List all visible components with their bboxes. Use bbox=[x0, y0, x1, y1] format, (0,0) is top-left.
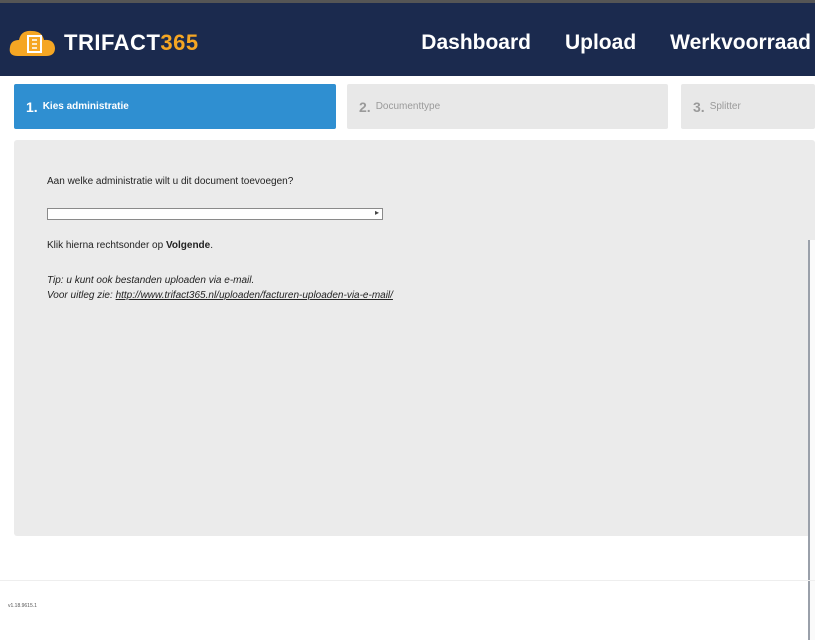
hint-suffix: . bbox=[210, 240, 214, 251]
select-arrow-icon: ▸ bbox=[374, 208, 379, 217]
step-number: 1. bbox=[26, 98, 38, 115]
wizard-steps: 1. Kies administratie 2. Documenttype 3.… bbox=[14, 84, 815, 129]
next-hint: Klik hierna rechtsonder op Volgende. bbox=[47, 240, 213, 251]
step-number: 3. bbox=[693, 98, 705, 115]
nav-upload[interactable]: Upload bbox=[565, 31, 636, 55]
step-splitter[interactable]: 3. Splitter bbox=[681, 84, 815, 129]
step-label: Splitter bbox=[709, 101, 741, 112]
step-label: Kies administratie bbox=[42, 101, 129, 112]
nav-dashboard[interactable]: Dashboard bbox=[421, 31, 531, 55]
trifact365-logo[interactable]: TRIFACT365 bbox=[8, 23, 199, 63]
step-documenttype[interactable]: 2. Documenttype bbox=[347, 84, 668, 129]
top-navigation-bar: TRIFACT365 Dashboard Upload Werkvoorraad bbox=[0, 0, 815, 76]
step-kies-administratie[interactable]: 1. Kies administratie bbox=[14, 84, 336, 129]
hint-prefix: Klik hierna rechtsonder op bbox=[47, 240, 166, 251]
hint-bold-volgende: Volgende bbox=[165, 240, 211, 251]
tip-prefix: Voor uitleg zie: bbox=[47, 290, 116, 301]
step-number: 2. bbox=[359, 98, 371, 115]
logo-text-365: 365 bbox=[160, 30, 199, 55]
step-label: Documenttype bbox=[375, 101, 441, 112]
wizard-panel: Aan welke administratie wilt u dit docum… bbox=[14, 140, 815, 536]
main-nav: Dashboard Upload Werkvoorraad bbox=[421, 31, 811, 55]
logo-text-trifact: TRIFACT bbox=[64, 30, 161, 55]
footer-divider bbox=[0, 580, 815, 581]
email-upload-explanation: Voor uitleg zie: http://www.trifact365.n… bbox=[47, 290, 393, 301]
administration-question: Aan welke administratie wilt u dit docum… bbox=[47, 176, 294, 187]
version-label: v1.18.9615.1 bbox=[8, 603, 37, 609]
email-upload-tip: Tip: u kunt ook bestanden uploaden via e… bbox=[47, 275, 255, 286]
email-upload-link[interactable]: http://www.trifact365.nl/uploaden/factur… bbox=[116, 290, 393, 301]
logo-text: TRIFACT365 bbox=[64, 30, 199, 56]
nav-werkvoorraad[interactable]: Werkvoorraad bbox=[670, 31, 811, 55]
cloud-logo-icon bbox=[9, 30, 55, 56]
administration-select[interactable]: ▸ bbox=[47, 208, 383, 220]
